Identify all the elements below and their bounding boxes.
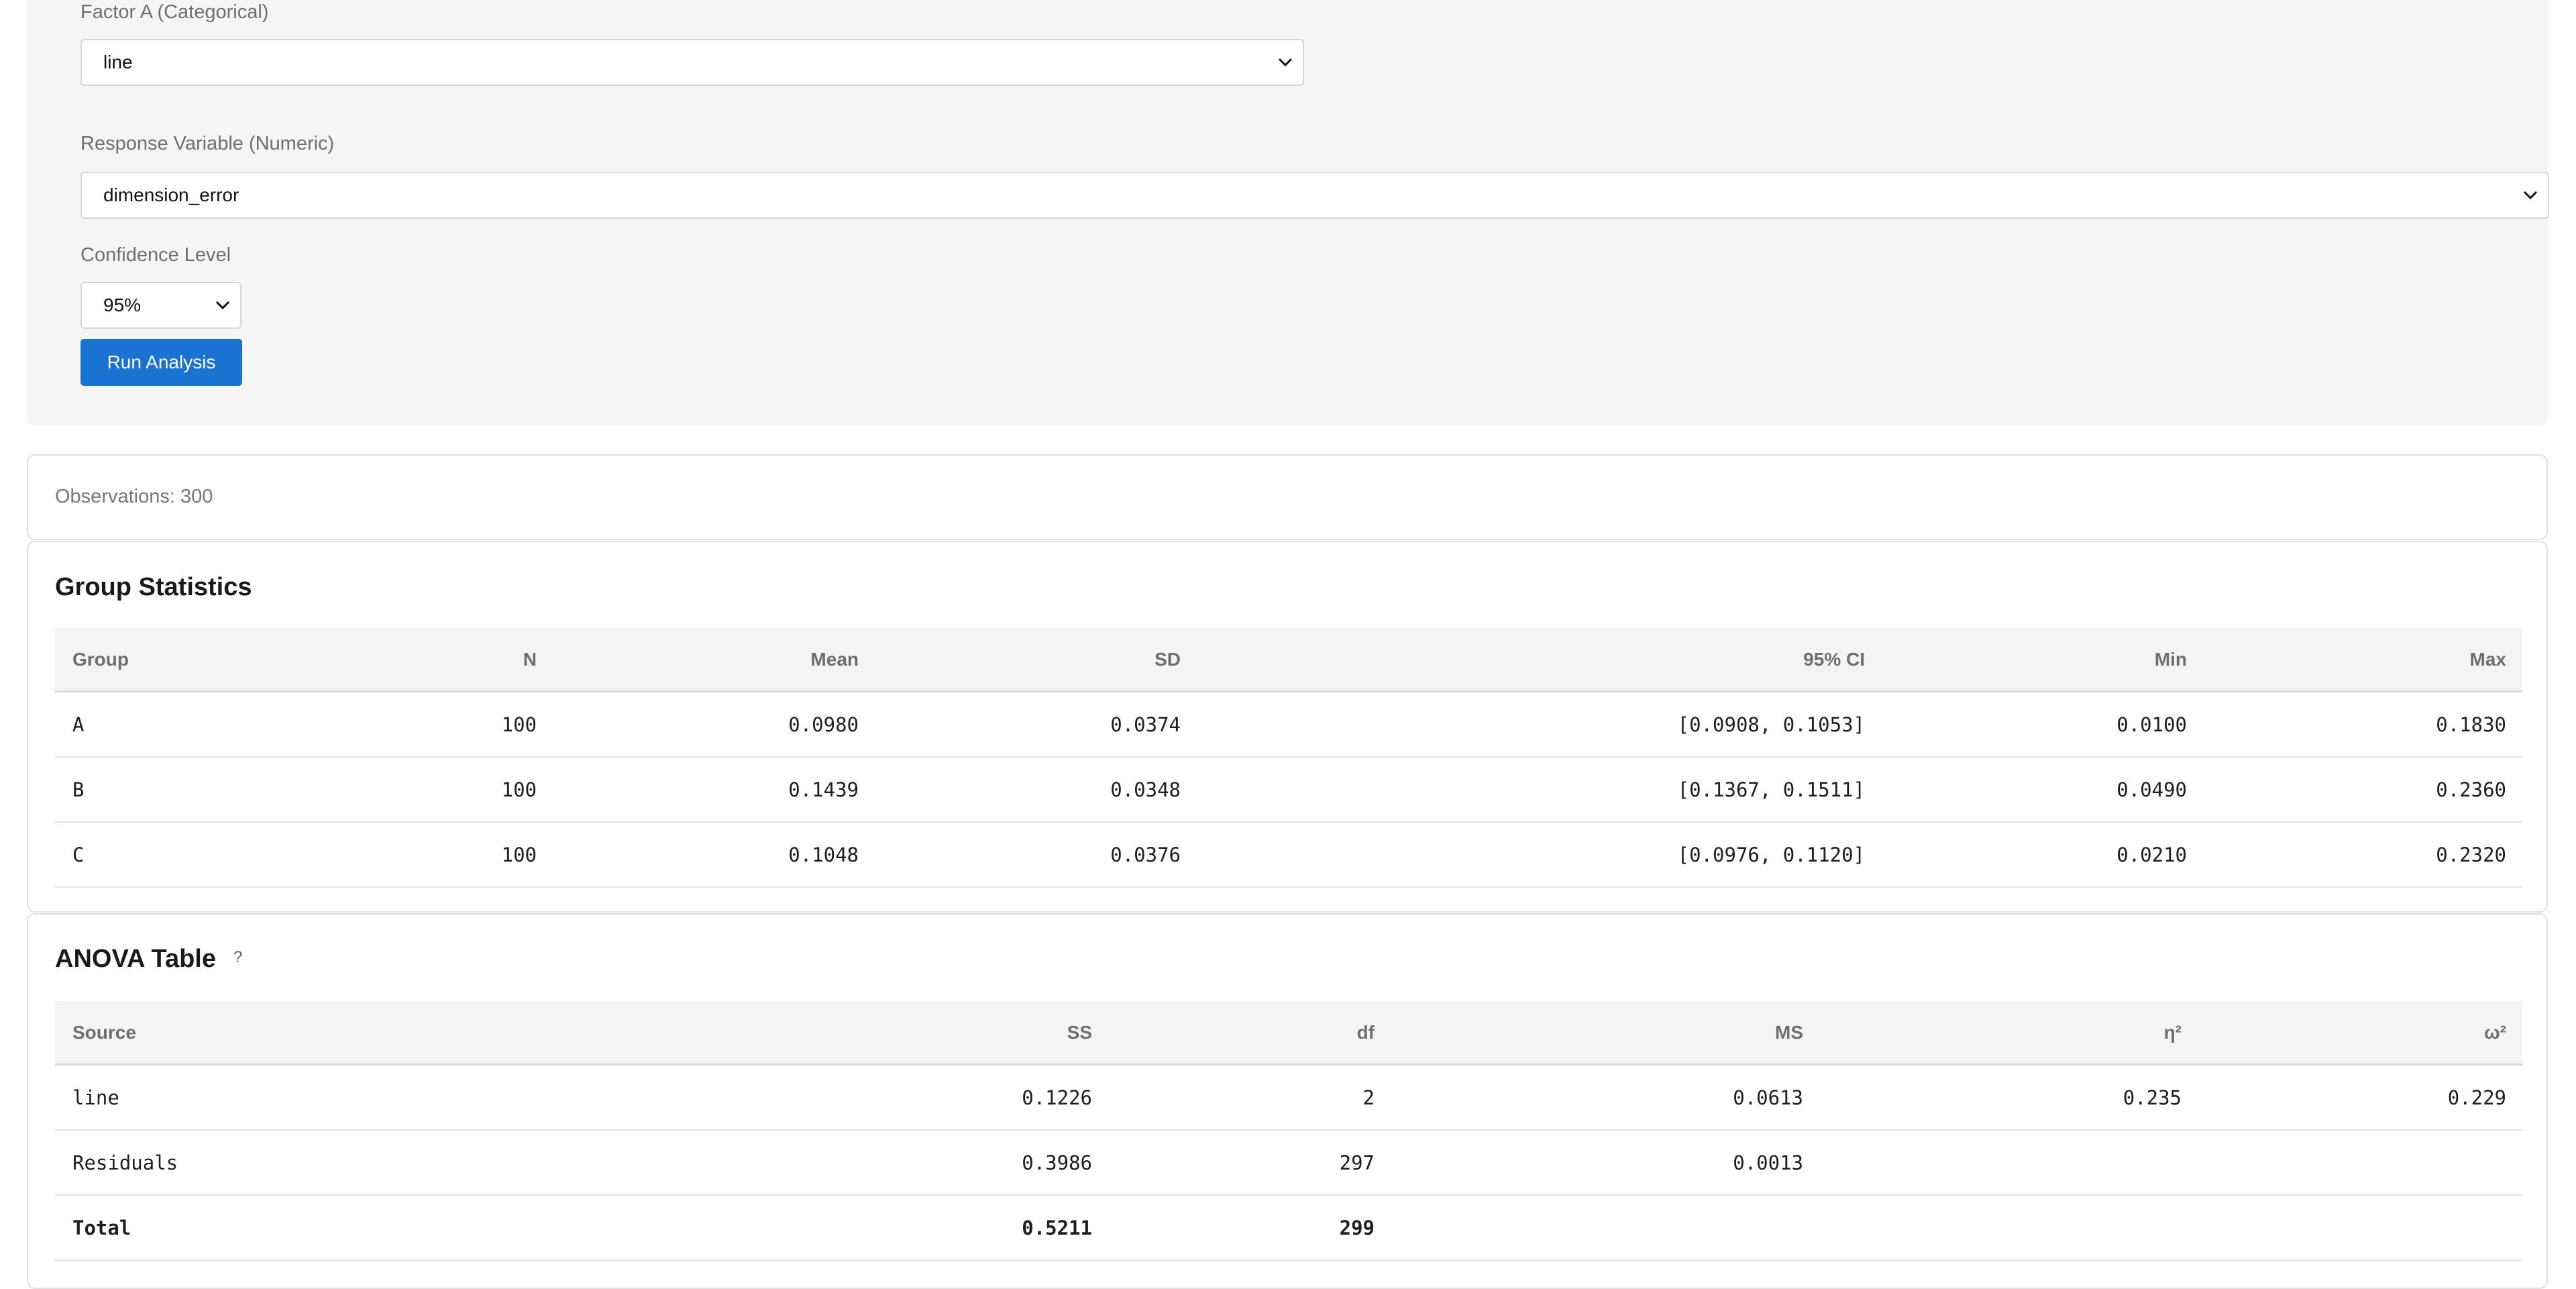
cell-ms: 0.0613 xyxy=(1733,1086,1803,1109)
group-statistics-table: Group N Mean SD 95% CI Min Max A 100 0.0… xyxy=(55,628,2522,888)
cell-omega-squared xyxy=(2309,1196,2506,1259)
cell-ss: 0.5211 xyxy=(1022,1216,1092,1239)
cell-df: 299 xyxy=(1339,1216,1375,1239)
group-statistics-title: Group Statistics xyxy=(55,573,252,601)
cell-source: Residuals xyxy=(72,1151,178,1174)
cell-group: B xyxy=(72,778,85,801)
cell-ms xyxy=(1531,1196,1803,1259)
cell-ci: [0.1367, 0.1511] xyxy=(1677,778,1865,801)
cell-sd: 0.0376 xyxy=(1110,843,1181,866)
cell-eta-squared: 0.235 xyxy=(2123,1086,2182,1109)
column-header-df: df xyxy=(1356,1021,1375,1043)
chevron-down-icon xyxy=(211,293,235,317)
anova-title-text: ANOVA Table xyxy=(55,945,216,973)
cell-mean: 0.1048 xyxy=(788,843,859,866)
response-select[interactable]: dimension_error xyxy=(80,172,2549,219)
factor-label: Factor A (Categorical) xyxy=(80,1,269,23)
cell-max: 0.1830 xyxy=(2436,713,2506,736)
table-row: C 100 0.1048 0.0376 [0.0976, 0.1120] 0.0… xyxy=(55,823,2522,888)
table-row-total: Total 0.5211 299 xyxy=(55,1196,2522,1261)
response-label: Response Variable (Numeric) xyxy=(80,133,335,154)
column-header-ss: SS xyxy=(1067,1021,1092,1043)
cell-group: A xyxy=(72,713,85,736)
cell-df: 297 xyxy=(1339,1151,1375,1174)
cell-mean: 0.0980 xyxy=(788,713,859,736)
cell-omega-squared: 0.229 xyxy=(2447,1086,2506,1109)
cell-omega-squared xyxy=(2309,1131,2506,1194)
cell-ms: 0.0013 xyxy=(1733,1151,1803,1174)
cell-max: 0.2320 xyxy=(2436,843,2506,866)
table-row: line 0.1226 2 0.0613 0.235 0.229 xyxy=(55,1066,2522,1131)
cell-ss: 0.1226 xyxy=(1022,1086,1092,1109)
observations-count: Observations: 300 xyxy=(55,486,213,507)
column-header-omega-squared: ω² xyxy=(2484,1021,2506,1043)
cell-n: 100 xyxy=(501,843,537,866)
column-header-ci: 95% CI xyxy=(1803,648,1865,670)
table-header-row: Source SS df MS η² ω² xyxy=(55,1001,2522,1066)
chevron-down-icon xyxy=(1273,50,1297,74)
cell-source: Total xyxy=(72,1216,131,1239)
cell-ss: 0.3986 xyxy=(1022,1151,1092,1174)
analysis-controls-panel: Factor A (Categorical) line Response Var… xyxy=(27,0,2549,425)
response-select-value: dimension_error xyxy=(103,185,239,205)
factor-select[interactable]: line xyxy=(80,39,1304,86)
observations-card: Observations: 300 xyxy=(27,454,2548,540)
factor-select-value: line xyxy=(103,52,133,72)
table-row: Residuals 0.3986 297 0.0013 xyxy=(55,1131,2522,1196)
anova-title: ANOVA Table? xyxy=(55,945,242,974)
table-row: A 100 0.0980 0.0374 [0.0908, 0.1053] 0.0… xyxy=(55,692,2522,758)
help-icon[interactable]: ? xyxy=(233,948,242,967)
anova-card: ANOVA Table? Source SS df MS η² ω² line … xyxy=(27,913,2548,1289)
cell-sd: 0.0348 xyxy=(1110,778,1181,801)
cell-n: 100 xyxy=(501,713,537,736)
run-analysis-button[interactable]: Run Analysis xyxy=(80,339,242,386)
cell-group: C xyxy=(72,843,85,866)
cell-ci: [0.0908, 0.1053] xyxy=(1677,713,1865,736)
cell-source: line xyxy=(72,1086,119,1109)
confidence-label: Confidence Level xyxy=(80,244,231,266)
column-header-eta-squared: η² xyxy=(2163,1021,2182,1043)
chevron-down-icon xyxy=(2518,183,2542,207)
column-header-min: Min xyxy=(2154,648,2187,670)
column-header-mean: Mean xyxy=(810,648,859,670)
cell-n: 100 xyxy=(501,778,537,801)
cell-max: 0.2360 xyxy=(2436,778,2506,801)
cell-eta-squared xyxy=(1933,1196,2182,1259)
cell-ci: [0.0976, 0.1120] xyxy=(1677,843,1865,866)
cell-eta-squared xyxy=(1933,1131,2182,1194)
cell-min: 0.0210 xyxy=(2116,843,2187,866)
table-row: B 100 0.1439 0.0348 [0.1367, 0.1511] 0.0… xyxy=(55,758,2522,823)
confidence-select[interactable]: 95% xyxy=(80,282,241,329)
column-header-group: Group xyxy=(72,648,129,670)
cell-min: 0.0100 xyxy=(2116,713,2187,736)
group-statistics-card: Group Statistics Group N Mean SD 95% CI … xyxy=(27,541,2548,913)
column-header-ms: MS xyxy=(1775,1021,1803,1043)
column-header-sd: SD xyxy=(1155,648,1181,670)
anova-table: Source SS df MS η² ω² line 0.1226 2 0.06… xyxy=(55,1001,2522,1261)
column-header-n: N xyxy=(523,648,537,670)
column-header-max: Max xyxy=(2469,648,2506,670)
table-header-row: Group N Mean SD 95% CI Min Max xyxy=(55,628,2522,692)
column-header-source: Source xyxy=(72,1021,136,1043)
cell-sd: 0.0374 xyxy=(1110,713,1181,736)
cell-min: 0.0490 xyxy=(2116,778,2187,801)
cell-mean: 0.1439 xyxy=(788,778,859,801)
cell-df: 2 xyxy=(1362,1086,1375,1109)
confidence-select-value: 95% xyxy=(103,295,142,315)
